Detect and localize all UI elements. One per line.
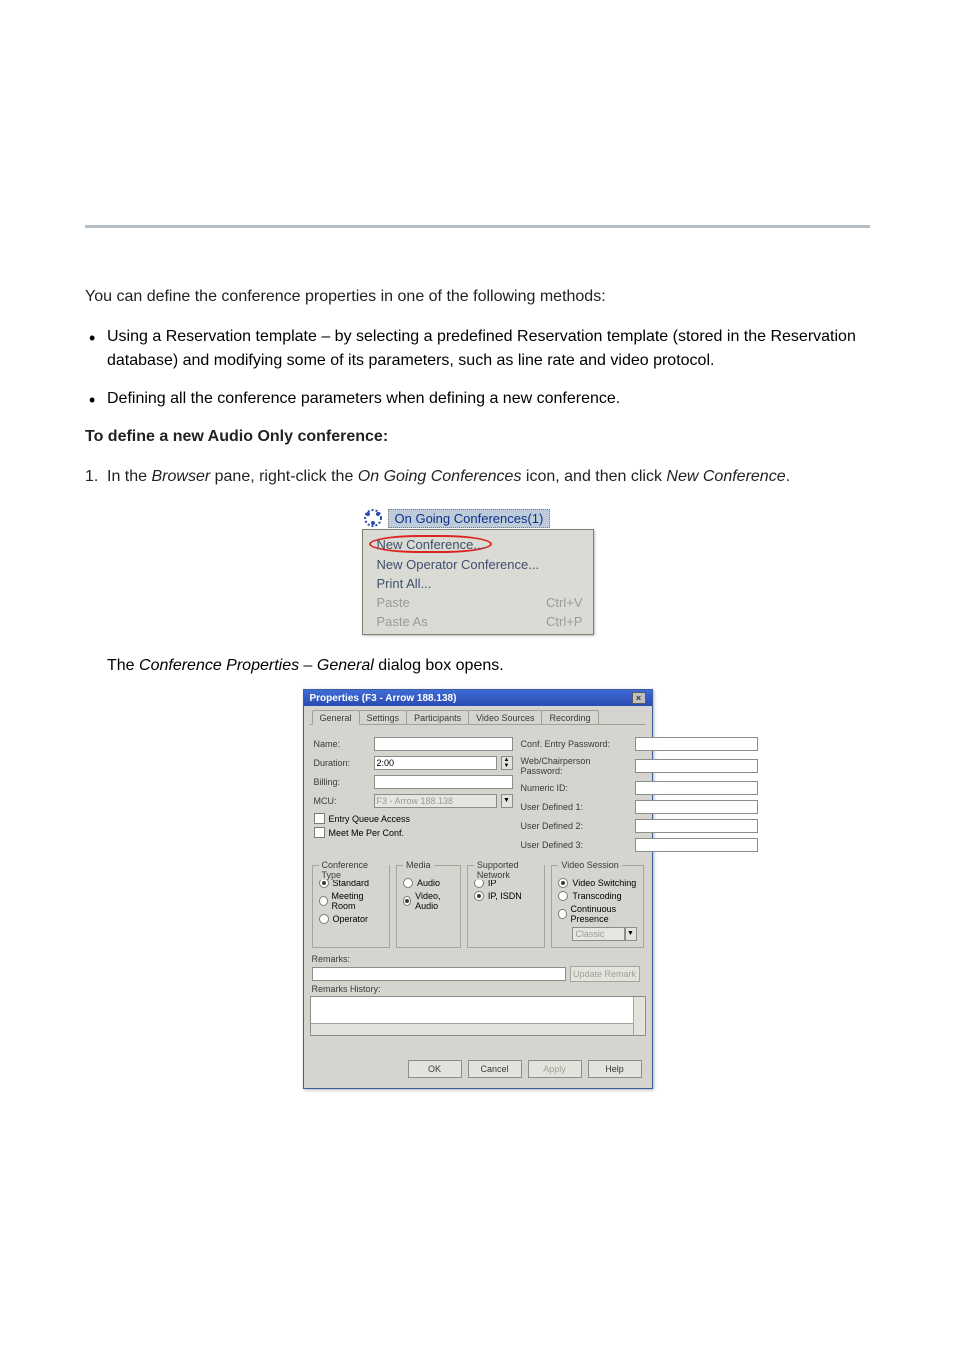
name-input[interactable] (374, 737, 513, 751)
video-session-legend: Video Session (558, 860, 621, 870)
cp-layout-select (572, 927, 624, 941)
step-number: 1. (85, 465, 98, 489)
ud3-label: User Defined 3: (521, 840, 631, 850)
remarks-label: Remarks: (310, 952, 646, 966)
dropdown-icon[interactable]: ▼ (501, 794, 513, 808)
dropdown-icon: ▼ (625, 927, 637, 941)
context-menu-screenshot: On Going Conferences(1) New Conference..… (362, 507, 594, 635)
continuous-presence-radio[interactable] (558, 909, 566, 919)
red-highlight-circle: New Conference... (369, 535, 493, 553)
page-content: You can define the conference properties… (85, 285, 870, 1089)
operator-radio[interactable] (319, 914, 329, 924)
properties-dialog-screenshot: Properties (F3 - Arrow 188.138) × Genera… (303, 689, 653, 1089)
context-menu-body: New Conference... New Operator Conferenc… (362, 529, 594, 635)
header-divider (85, 225, 870, 228)
numeric-id-input[interactable] (635, 781, 758, 795)
horizontal-scrollbar[interactable] (311, 1023, 633, 1035)
ud2-label: User Defined 2: (521, 821, 631, 831)
duration-input[interactable] (374, 756, 497, 770)
meeting-room-radio[interactable] (319, 896, 328, 906)
procedure-heading: To define a new Audio Only conference: (85, 425, 870, 449)
bullet-manual: Defining all the conference parameters w… (85, 387, 870, 411)
remarks-history-box (310, 996, 646, 1036)
context-menu-item[interactable]: New Conference... (363, 533, 593, 555)
context-menu-title: On Going Conferences(1) (388, 509, 551, 528)
close-button[interactable]: × (632, 692, 646, 704)
billing-label: Billing: (314, 777, 370, 787)
duration-spinner[interactable]: ▲▼ (501, 756, 513, 770)
meet-me-label: Meet Me Per Conf. (329, 828, 405, 838)
context-menu-item: Paste As Ctrl+P (363, 612, 593, 631)
bullet-template: Using a Reservation template – by select… (85, 325, 870, 373)
apply-button: Apply (528, 1060, 582, 1078)
context-menu-item[interactable]: New Operator Conference... (363, 555, 593, 574)
conf-entry-pw-input[interactable] (635, 737, 758, 751)
ip-isdn-radio[interactable] (474, 891, 484, 901)
context-menu-item: Paste Ctrl+V (363, 593, 593, 612)
dialog-tabs: General Settings Participants Video Sour… (310, 710, 646, 725)
duration-label: Duration: (314, 758, 370, 768)
ud3-input[interactable] (635, 838, 758, 852)
ongoing-conferences-icon (362, 507, 384, 529)
ud1-label: User Defined 1: (521, 802, 631, 812)
chair-pw-label: Web/Chairperson Password: (521, 756, 631, 776)
tab-participants[interactable]: Participants (406, 710, 469, 724)
dialog-titlebar: Properties (F3 - Arrow 188.138) × (304, 690, 652, 706)
media-legend: Media (403, 860, 434, 870)
vertical-scrollbar[interactable] (633, 997, 645, 1035)
conference-type-legend: Conference Type (319, 860, 390, 880)
entry-queue-checkbox[interactable] (314, 813, 325, 824)
audio-radio[interactable] (403, 878, 413, 888)
context-menu-item[interactable]: Print All... (363, 574, 593, 593)
tab-general[interactable]: General (312, 710, 360, 725)
remarks-input[interactable] (312, 967, 566, 981)
mcu-label: MCU: (314, 796, 370, 806)
step-1: 1. In the Browser pane, right-click the … (85, 465, 870, 489)
mcu-select (374, 794, 497, 808)
name-label: Name: (314, 739, 370, 749)
billing-input[interactable] (374, 775, 513, 789)
video-switching-radio[interactable] (558, 878, 568, 888)
ok-button[interactable]: OK (408, 1060, 462, 1078)
update-remark-button: Update Remark (570, 966, 640, 982)
step-1-result: The Conference Properties – General dial… (85, 657, 870, 675)
conf-entry-pw-label: Conf. Entry Password: (521, 739, 631, 749)
tab-settings[interactable]: Settings (359, 710, 408, 724)
chair-pw-input[interactable] (635, 759, 758, 773)
meet-me-checkbox[interactable] (314, 827, 325, 838)
tab-video-sources[interactable]: Video Sources (468, 710, 542, 724)
network-legend: Supported Network (474, 860, 545, 880)
dialog-title: Properties (F3 - Arrow 188.138) (310, 693, 457, 704)
numeric-id-label: Numeric ID: (521, 783, 631, 793)
ud2-input[interactable] (635, 819, 758, 833)
intro-text: You can define the conference properties… (85, 285, 870, 309)
video-audio-radio[interactable] (403, 896, 411, 906)
ud1-input[interactable] (635, 800, 758, 814)
help-button[interactable]: Help (588, 1060, 642, 1078)
transcoding-radio[interactable] (558, 891, 568, 901)
cancel-button[interactable]: Cancel (468, 1060, 522, 1078)
remarks-history-label: Remarks History: (310, 982, 646, 996)
entry-queue-label: Entry Queue Access (329, 814, 411, 824)
tab-recording[interactable]: Recording (541, 710, 598, 724)
